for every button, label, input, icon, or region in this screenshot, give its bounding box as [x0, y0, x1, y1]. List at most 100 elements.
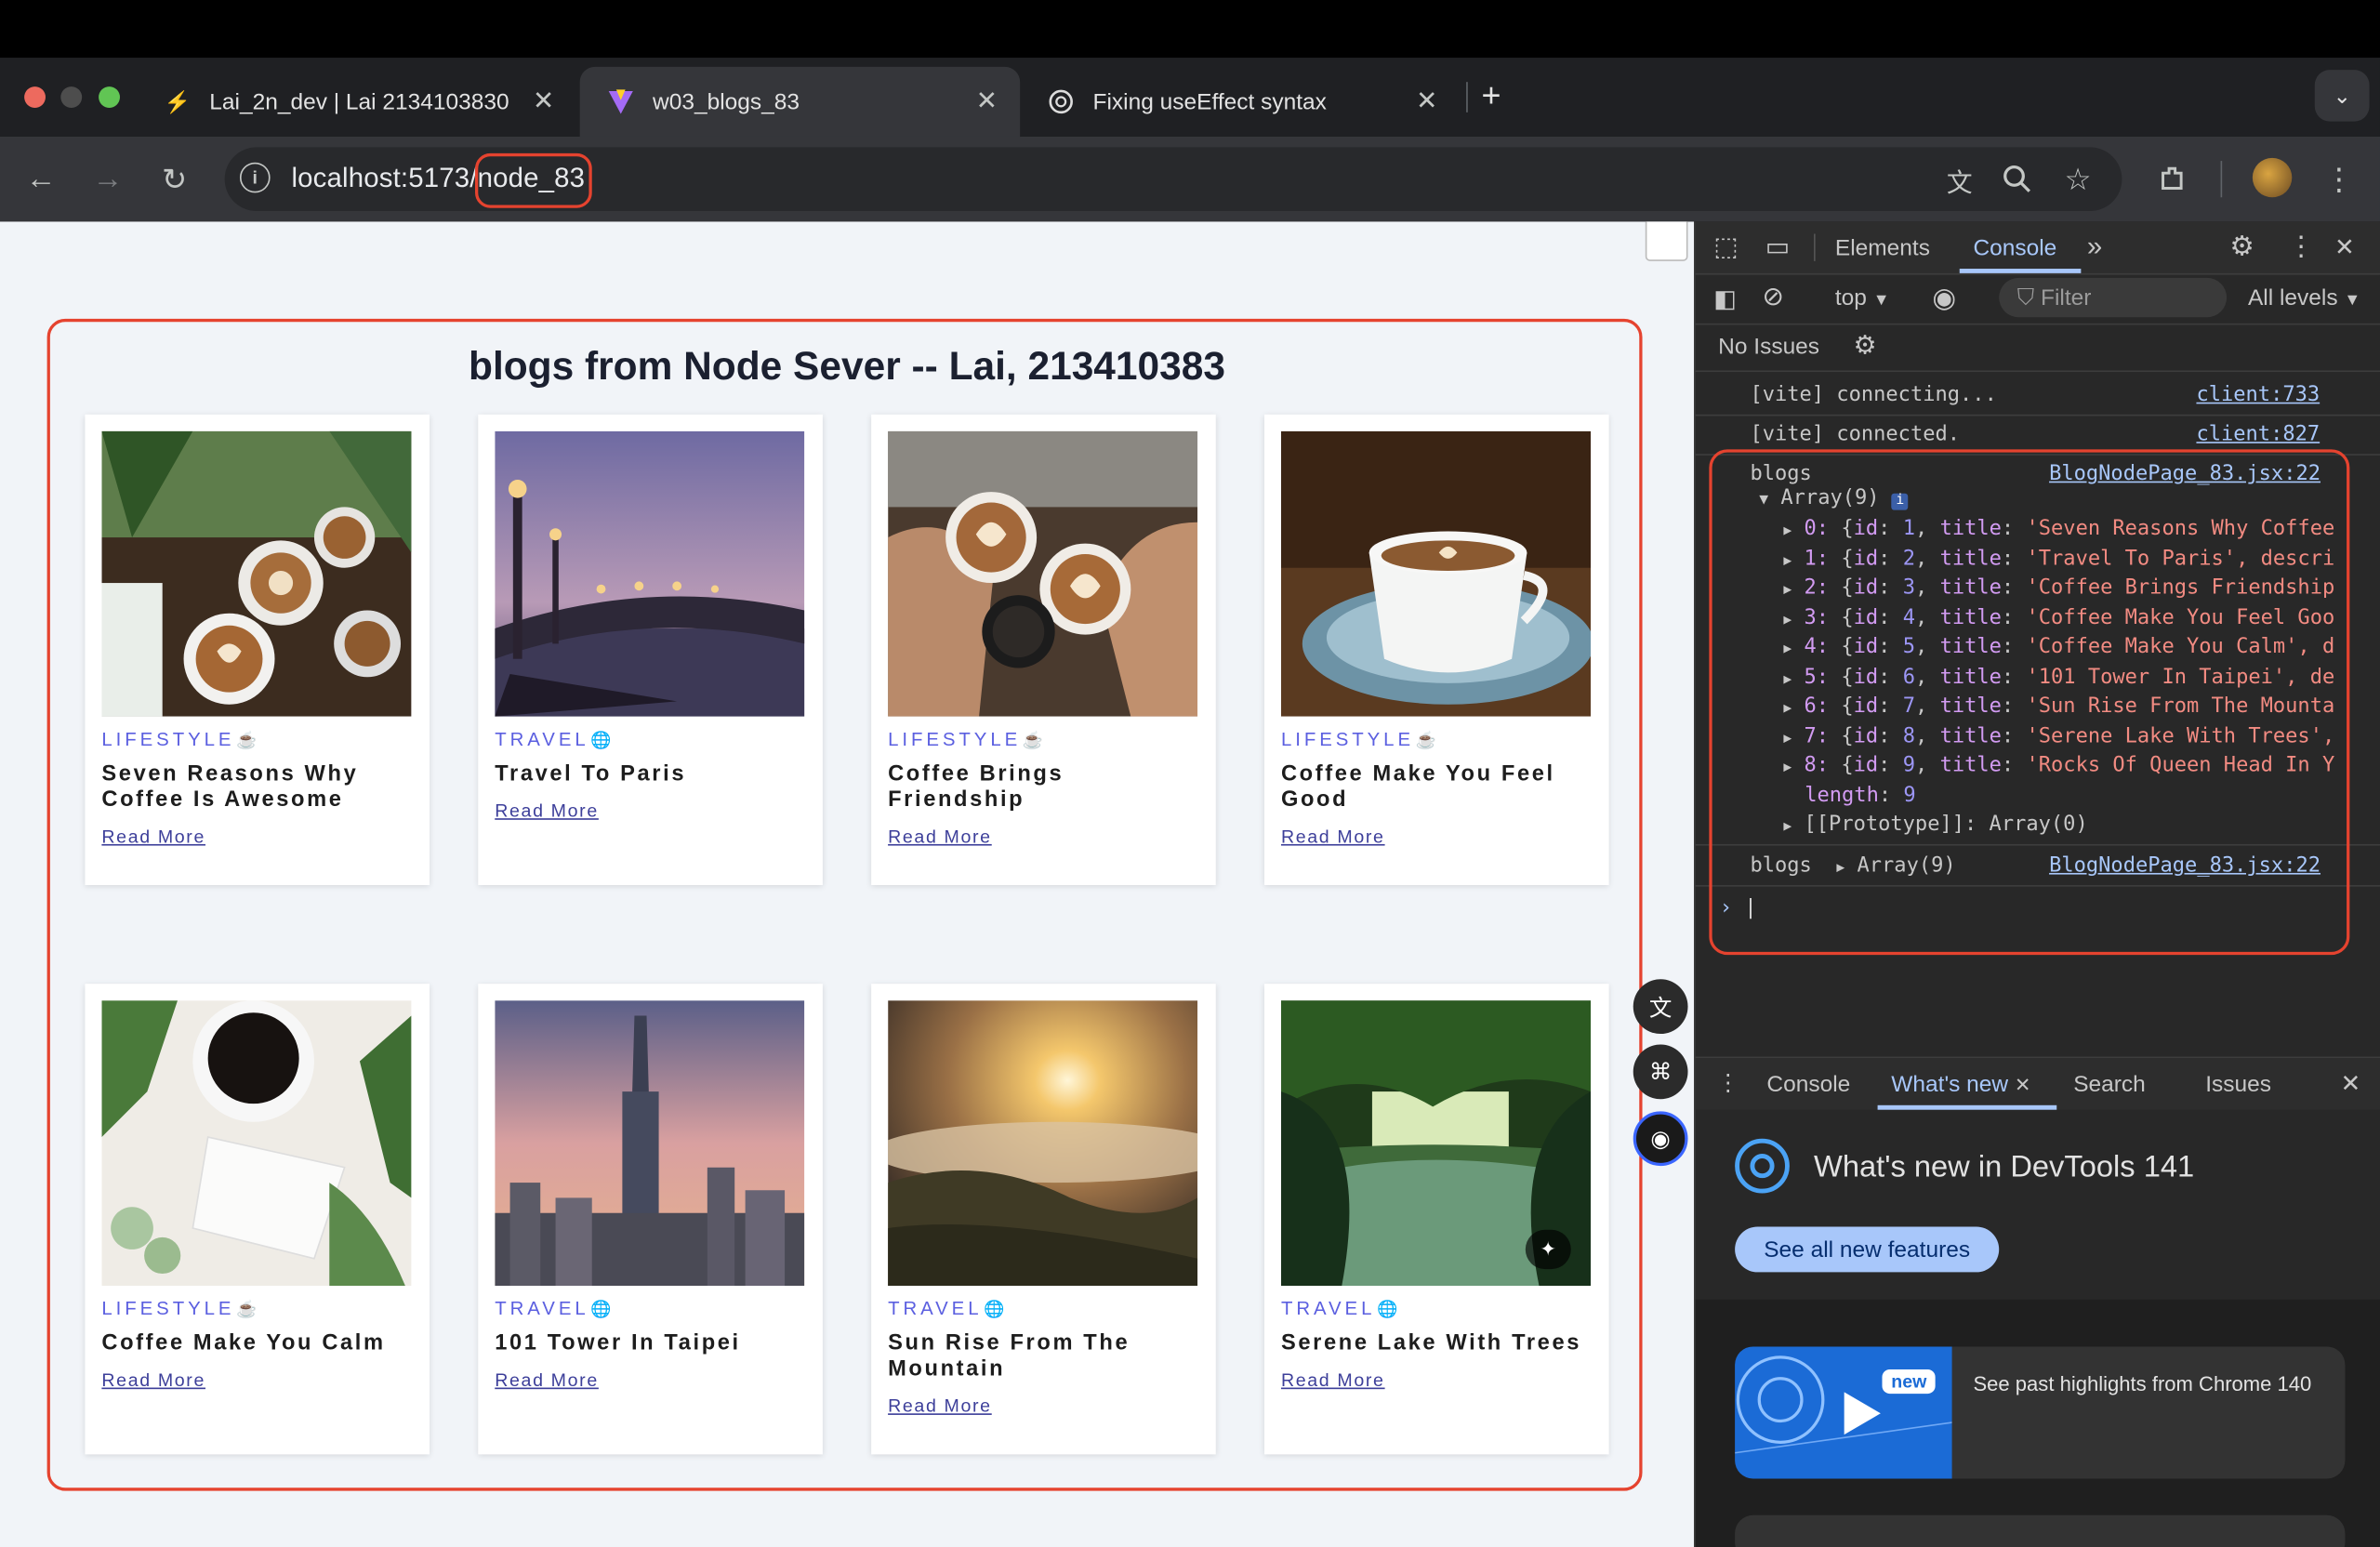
- toolbar-divider: [2220, 161, 2223, 198]
- bolt-icon: ⚡: [164, 88, 192, 113]
- close-drawer-icon[interactable]: ✕: [2341, 1069, 2361, 1100]
- console-settings-icon[interactable]: ⚙: [1853, 331, 1876, 362]
- blog-image: [495, 430, 805, 717]
- assistant-icon[interactable]: ◉: [1633, 1111, 1688, 1167]
- highlight-thumbnail: new: [1735, 1346, 1952, 1479]
- divider: [1695, 370, 2380, 373]
- log-source-link[interactable]: client:827: [2196, 422, 2320, 446]
- maximize-window-button[interactable]: [99, 86, 120, 108]
- active-tab-indicator: [1877, 1104, 2057, 1110]
- grid-icon[interactable]: ⌘: [1633, 1044, 1688, 1100]
- tab-title: Fixing useEffect syntax: [1092, 88, 1327, 115]
- blog-image: ✦: [1280, 1000, 1592, 1287]
- close-devtools-icon[interactable]: ✕: [2334, 232, 2355, 263]
- page-title: blogs from Node Sever -- Lai, 213410383: [469, 343, 1225, 390]
- clear-console-icon[interactable]: ⊘: [1763, 283, 1784, 313]
- blog-title: Sun Rise From The Mountain: [888, 1331, 1130, 1382]
- zoom-icon[interactable]: [1994, 156, 2040, 202]
- category-label: LIFESTYLE: [101, 728, 235, 750]
- chrome-devtools-logo-icon: [1735, 1138, 1790, 1194]
- more-options-icon[interactable]: ⋮: [2287, 231, 2314, 262]
- blog-card: LIFESTYLE ☕ Seven Reasons Why Coffee Is A…: [85, 414, 430, 886]
- coffee-cup-icon: ☕: [1022, 732, 1044, 750]
- bookmark-star-icon[interactable]: ☆: [2056, 156, 2101, 202]
- close-icon[interactable]: ✕: [972, 86, 1002, 117]
- divider: [1695, 414, 2380, 416]
- drawer-tab-whats-new[interactable]: What's new ✕: [1891, 1072, 2030, 1098]
- translate-icon[interactable]: 文: [1937, 156, 1982, 202]
- read-more-link[interactable]: Read More: [1281, 1369, 1385, 1391]
- coffee-cup-icon: ☕: [1415, 732, 1436, 750]
- read-more-link[interactable]: Read More: [101, 1369, 205, 1391]
- tab-title: w03_blogs_83: [653, 88, 800, 115]
- file-icon[interactable]: [1645, 221, 1688, 261]
- inspect-icon[interactable]: ⬚: [1713, 232, 1738, 263]
- context-selector[interactable]: top ▼: [1835, 285, 1890, 311]
- globe-icon: 🌐: [590, 732, 612, 750]
- settings-gear-icon[interactable]: ⚙: [2229, 231, 2254, 262]
- issues-label[interactable]: No Issues: [1718, 334, 1819, 360]
- drawer-tab-issues[interactable]: Issues: [2205, 1072, 2271, 1098]
- see-all-features-button[interactable]: See all new features: [1735, 1226, 2000, 1273]
- new-tab-icon[interactable]: +: [1481, 76, 1501, 115]
- highlight-card[interactable]: [1735, 1514, 2346, 1547]
- tab-dev[interactable]: ⚡ Lai_2n_dev | Lai 2134103830 ✕: [137, 67, 576, 137]
- coffee-cup-icon: ☕: [236, 1301, 258, 1320]
- drawer-tab-console[interactable]: Console: [1766, 1072, 1850, 1098]
- forward-icon[interactable]: →: [85, 156, 130, 202]
- blog-card: TRAVEL 🌐 Travel To Paris Read More: [478, 414, 823, 886]
- console-highlight-frame: [1709, 449, 2350, 956]
- tab-console[interactable]: Console: [1973, 235, 2056, 261]
- blog-image: [495, 1000, 805, 1287]
- close-icon[interactable]: ✕: [528, 86, 559, 117]
- blog-image: [888, 1000, 1198, 1287]
- blog-card: LIFESTYLE ☕ Coffee Make You Calm Read Mor…: [85, 984, 430, 1455]
- drawer-menu-icon[interactable]: ⋮: [1717, 1069, 1739, 1096]
- magic-wand-icon[interactable]: ✦: [1525, 1229, 1571, 1270]
- openai-icon: [1048, 88, 1075, 115]
- read-more-link[interactable]: Read More: [888, 826, 992, 847]
- extensions-icon[interactable]: [2149, 156, 2195, 202]
- eye-icon[interactable]: ◉: [1932, 283, 1956, 314]
- tab-chat[interactable]: Fixing useEffect syntax ✕: [1020, 67, 1460, 137]
- site-info-icon[interactable]: i: [239, 162, 271, 193]
- browser-menu-icon[interactable]: ⋮: [2316, 156, 2361, 202]
- reload-icon[interactable]: ↻: [152, 156, 197, 202]
- tab-elements[interactable]: Elements: [1835, 235, 1930, 261]
- blog-image: [1280, 430, 1592, 717]
- translate-icon[interactable]: 文: [1633, 979, 1688, 1035]
- category-label: TRAVEL: [495, 728, 589, 750]
- web-page: blogs from Node Sever -- Lai, 213410383 …: [0, 221, 1695, 1547]
- read-more-link[interactable]: Read More: [1281, 826, 1385, 847]
- log-message: [vite] connected.: [1750, 421, 1961, 447]
- filter-icon: ⛉: [2016, 284, 2035, 311]
- blog-title: Travel To Paris: [495, 761, 687, 787]
- more-tabs-icon[interactable]: »: [2087, 231, 2102, 262]
- globe-icon: 🌐: [590, 1301, 612, 1320]
- tab-blogs[interactable]: w03_blogs_83 ✕: [579, 66, 1021, 137]
- category-label: TRAVEL: [1280, 1298, 1376, 1320]
- device-toolbar-icon[interactable]: ▭: [1765, 232, 1790, 263]
- drawer-tab-search[interactable]: Search: [2073, 1072, 2146, 1098]
- close-icon[interactable]: ✕: [2015, 1074, 2031, 1096]
- divider: [1814, 233, 1816, 261]
- read-more-link[interactable]: Read More: [101, 826, 205, 847]
- profile-avatar[interactable]: [2252, 157, 2293, 198]
- read-more-link[interactable]: Read More: [495, 1369, 599, 1391]
- close-window-button[interactable]: [24, 86, 46, 108]
- url-highlight: [475, 152, 592, 208]
- sidebar-toggle-icon[interactable]: ◧: [1713, 284, 1737, 314]
- minimize-window-button[interactable]: [60, 86, 83, 108]
- category-label: LIFESTYLE: [101, 1298, 235, 1320]
- levels-dropdown[interactable]: All levels ▼: [2248, 285, 2360, 311]
- globe-icon: 🌐: [984, 1301, 1005, 1320]
- globe-icon: 🌐: [1376, 1301, 1398, 1320]
- log-source-link[interactable]: client:733: [2196, 383, 2320, 407]
- coffee-cup-icon: ☕: [236, 732, 258, 750]
- close-icon[interactable]: ✕: [1411, 86, 1442, 117]
- read-more-link[interactable]: Read More: [888, 1395, 992, 1417]
- tab-search-chevron-icon[interactable]: ⌄: [2314, 70, 2370, 122]
- back-icon[interactable]: ←: [19, 156, 64, 202]
- blog-image: [101, 430, 412, 717]
- read-more-link[interactable]: Read More: [495, 800, 599, 822]
